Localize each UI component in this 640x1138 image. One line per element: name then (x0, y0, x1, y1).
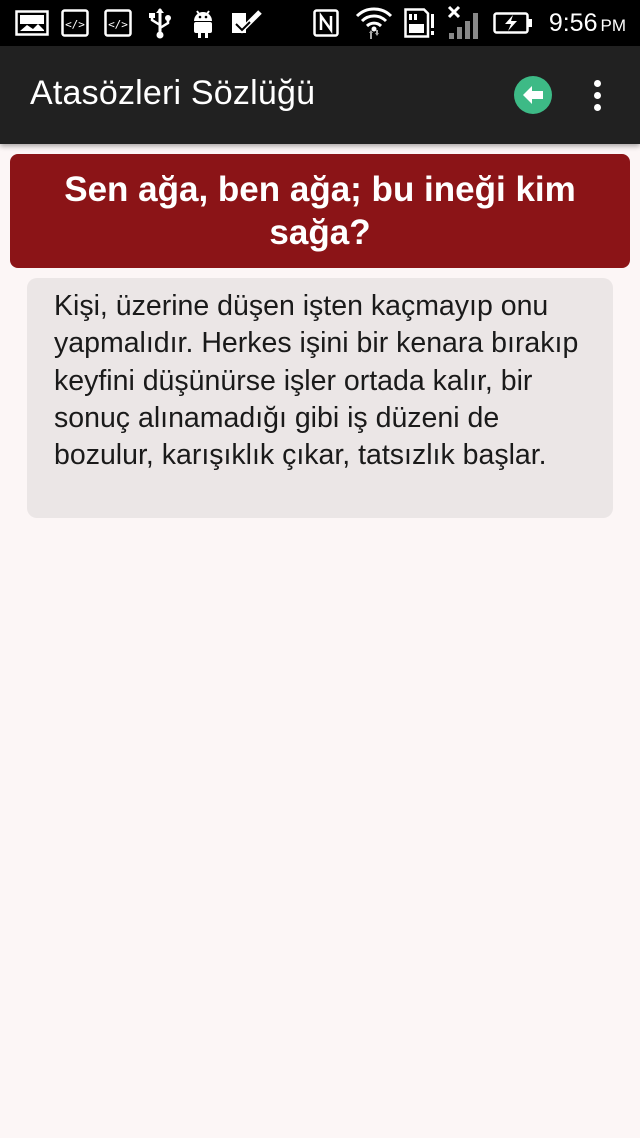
svg-text:</>: </> (65, 18, 85, 31)
arrow-left-circle-icon (523, 86, 543, 104)
overflow-menu-button[interactable] (580, 74, 614, 116)
signal-no-service-icon (444, 5, 484, 39)
more-vert-icon (593, 79, 601, 87)
back-button[interactable] (514, 76, 552, 114)
code-notification-icon: </> (60, 7, 90, 39)
sd-card-alert-icon (404, 7, 436, 39)
proverb-title: Sen ağa, ben ağa; bu ineği kim sağa? (64, 170, 576, 252)
status-time: 9:56 PM (549, 8, 626, 41)
checklist-icon (230, 7, 262, 39)
usb-icon (145, 7, 175, 39)
proverb-meaning: Kişi, üzerine düşen işten kaçmayıp onu y… (54, 290, 579, 472)
more-vert-icon-dot (593, 91, 601, 99)
svg-text:</>: </> (108, 18, 128, 31)
nfc-icon (312, 7, 340, 39)
battery-charging-icon (492, 7, 534, 39)
code-notification-icon: </> (103, 7, 133, 39)
android-debug-icon (188, 7, 218, 39)
app-title: Atasözleri Sözlüğü (30, 74, 316, 112)
more-vert-icon-dot (593, 103, 601, 111)
proverb-card: Sen ağa, ben ağa; bu ineği kim sağa? (10, 154, 630, 268)
status-bar: </> </> 9:56 PM (0, 0, 640, 46)
status-time-ampm: PM (600, 16, 627, 35)
status-time-value: 9:56 (548, 9, 598, 37)
image-notification-icon (14, 7, 50, 39)
app-bar: Atasözleri Sözlüğü (0, 46, 640, 144)
wifi-icon (354, 7, 394, 39)
meaning-card: Kişi, üzerine düşen işten kaçmayıp onu y… (27, 278, 613, 518)
